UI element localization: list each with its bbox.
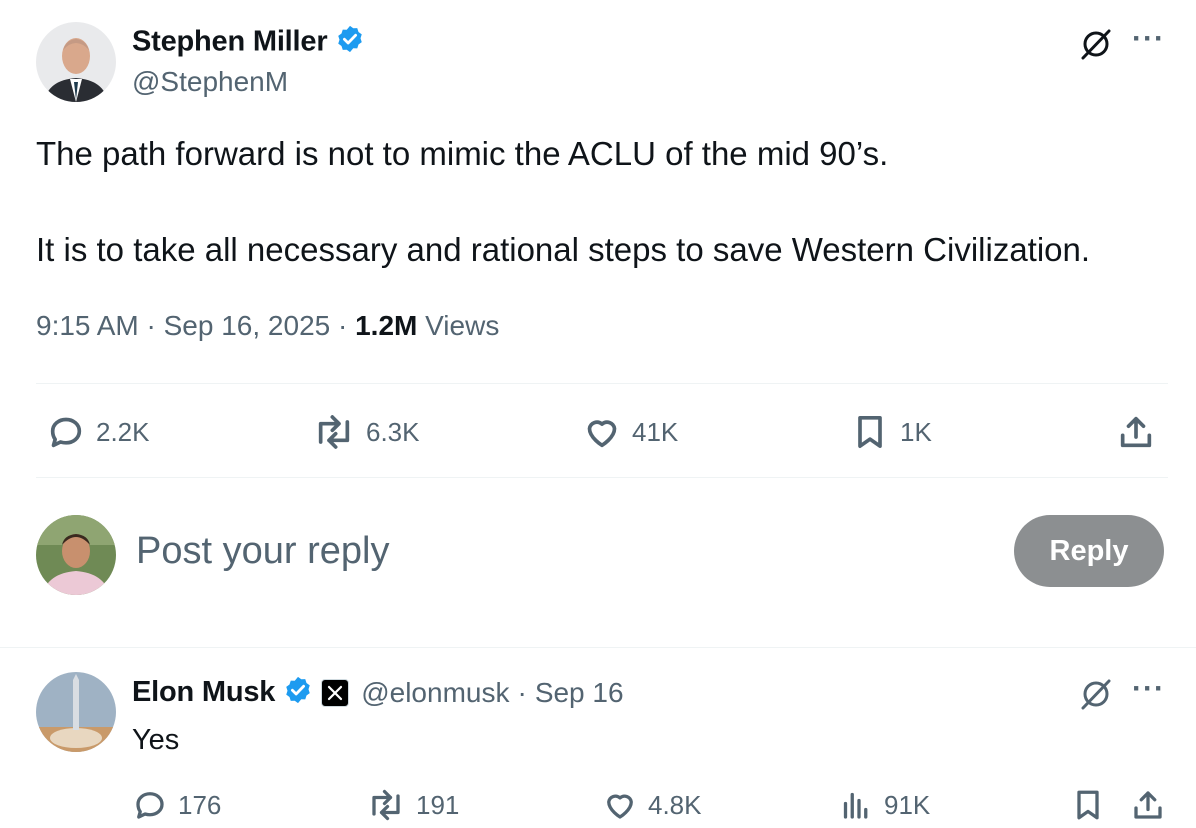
- post-time[interactable]: 9:15 AM: [36, 310, 139, 341]
- share-action[interactable]: [1130, 787, 1166, 823]
- like-icon: [607, 794, 633, 819]
- reply-author-row: Elon Musk @elonmusk · Sep 16: [132, 675, 624, 710]
- post-date[interactable]: Sep 16, 2025: [164, 310, 331, 341]
- verified-badge-icon: [335, 24, 365, 62]
- more-icon[interactable]: ···: [1132, 22, 1165, 56]
- post-text-line-1: The path forward is not to mimic the ACL…: [36, 135, 889, 172]
- reply-text: Yes: [132, 724, 180, 756]
- meta-separator: ·: [338, 310, 348, 341]
- views-count: 91K: [884, 789, 931, 820]
- author-name-text[interactable]: Stephen Miller: [132, 26, 328, 58]
- divider: [36, 383, 1168, 384]
- meta-separator: ·: [517, 676, 527, 708]
- post-text-line-2: It is to take all necessary and rational…: [36, 231, 1091, 268]
- like-icon: [587, 420, 617, 448]
- repost-count: 6.3K: [366, 416, 420, 447]
- reply-action[interactable]: 176: [132, 787, 221, 823]
- share-action[interactable]: [1116, 412, 1156, 452]
- reply-author-handle[interactable]: @elonmusk: [361, 677, 509, 709]
- reply-count: 176: [178, 789, 222, 820]
- reply-count: 2.2K: [96, 416, 150, 447]
- views-icon: [843, 792, 868, 819]
- reply-author-name[interactable]: Elon Musk: [132, 676, 275, 709]
- bookmark-icon: [858, 416, 882, 448]
- elon-musk-avatar[interactable]: [36, 672, 116, 752]
- like-action[interactable]: 4.8K: [602, 787, 702, 823]
- reply-icon: [50, 417, 82, 448]
- grok-icon[interactable]: [1078, 26, 1114, 67]
- views-count: 1.2M: [355, 310, 418, 341]
- reply-icon: [136, 792, 164, 819]
- more-icon[interactable]: ···: [1132, 672, 1165, 706]
- views-label: Views: [425, 310, 500, 341]
- views-action[interactable]: 91K: [838, 787, 930, 823]
- divider: [36, 477, 1168, 478]
- verified-badge-icon: [283, 675, 313, 710]
- bookmark-count: 1K: [900, 416, 932, 447]
- reply-action[interactable]: 2.2K: [46, 412, 150, 452]
- bookmark-icon: [1077, 790, 1099, 820]
- meta-separator: ·: [146, 310, 156, 341]
- repost-icon: [372, 789, 400, 821]
- repost-action[interactable]: 6.3K: [312, 412, 420, 452]
- author-handle[interactable]: @StephenM: [132, 66, 288, 98]
- divider: [0, 647, 1196, 648]
- reply-button[interactable]: Reply: [1014, 515, 1164, 587]
- like-count: 4.8K: [648, 789, 702, 820]
- grok-icon[interactable]: [1078, 676, 1114, 717]
- current-user-avatar[interactable]: [36, 515, 116, 595]
- repost-icon: [318, 415, 350, 449]
- share-icon: [1134, 791, 1162, 819]
- repost-action[interactable]: 191: [366, 787, 459, 823]
- like-action[interactable]: 41K: [582, 412, 678, 452]
- post-meta: 9:15 AM · Sep 16, 2025 · 1.2M Views: [36, 310, 499, 342]
- author-name[interactable]: Stephen Miller: [132, 24, 365, 62]
- bookmark-action[interactable]: [1070, 787, 1106, 823]
- repost-count: 191: [416, 789, 460, 820]
- like-count: 41K: [632, 416, 679, 447]
- bookmark-action[interactable]: 1K: [850, 412, 932, 452]
- reply-input[interactable]: Post your reply: [136, 530, 389, 573]
- share-icon: [1120, 416, 1152, 448]
- reply-date[interactable]: Sep 16: [535, 677, 624, 709]
- stephen-miller-avatar[interactable]: [36, 22, 116, 102]
- x-affiliate-icon[interactable]: [321, 678, 350, 707]
